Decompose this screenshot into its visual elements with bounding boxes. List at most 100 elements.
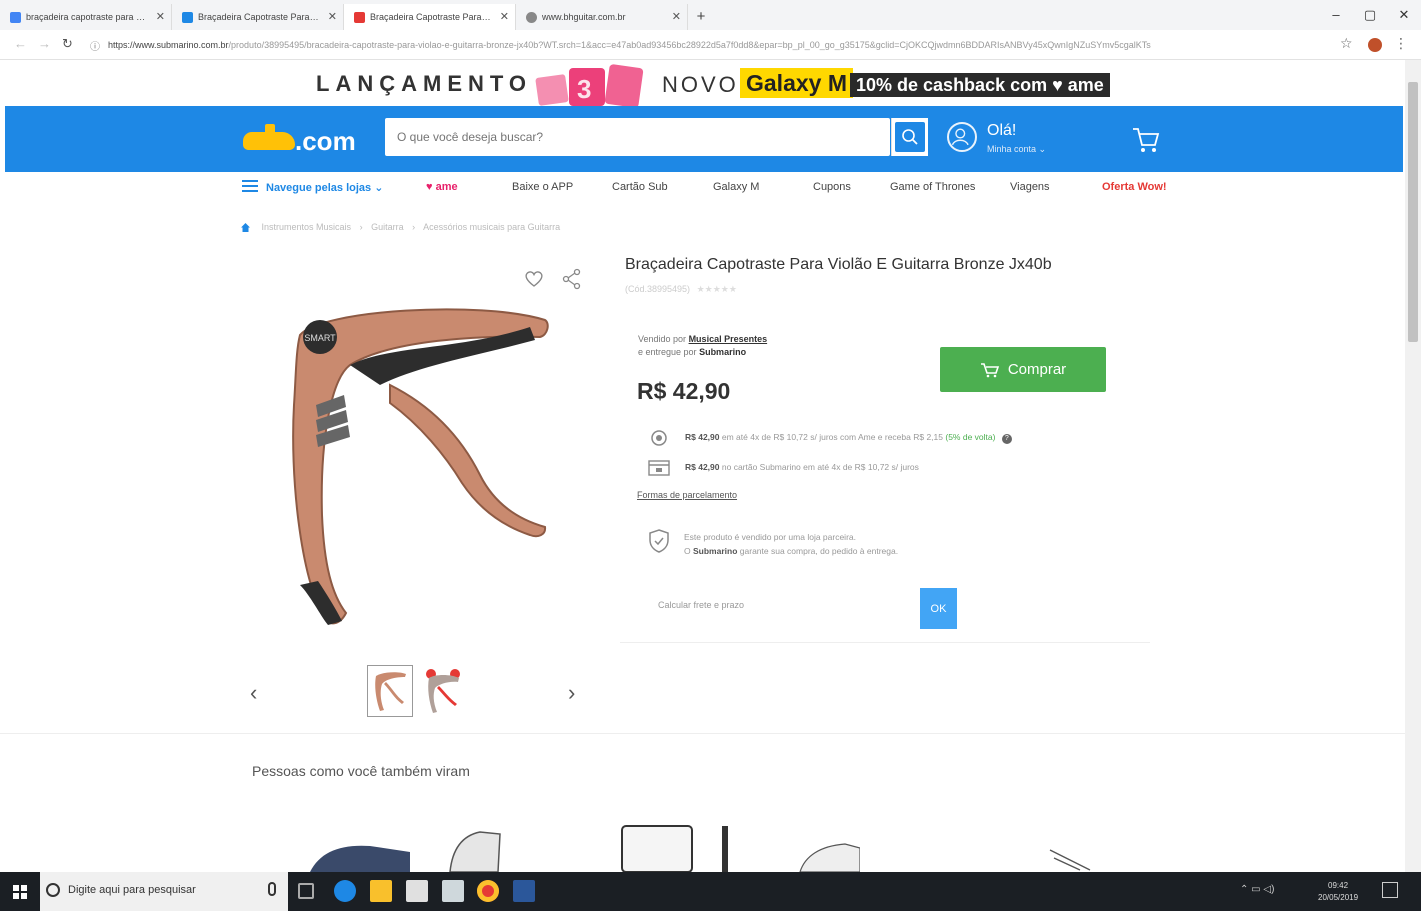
nav-item-cupons[interactable]: Cupons (813, 181, 851, 193)
phone-promo-icon: 3 (535, 64, 644, 106)
browse-stores-link[interactable]: Navegue pelas lojas ⌄ (266, 181, 383, 194)
freight-input[interactable]: Calcular frete e prazo (658, 600, 744, 610)
tab-title: www.bhguitar.com.br (542, 12, 626, 22)
close-tab-icon[interactable]: ✕ (672, 4, 681, 30)
related-product-thumb[interactable] (1040, 842, 1100, 872)
rating-stars[interactable]: ★★★★★ (697, 284, 737, 294)
system-tray[interactable]: ⌃ ▭ ◁) (1240, 884, 1274, 895)
search-icon (902, 129, 918, 145)
menu-kebab-icon[interactable]: ⋮ (1394, 35, 1408, 52)
breadcrumb-item[interactable]: Acessórios musicais para Guitarra (423, 222, 560, 232)
back-arrow-icon[interactable]: ← (14, 36, 27, 51)
thumbnail-1[interactable] (367, 665, 413, 717)
maximize-button[interactable]: ▢ (1353, 0, 1387, 30)
nav-item-app[interactable]: Baixe o APP (512, 181, 573, 193)
related-title: Pessoas como você também viram (252, 763, 470, 779)
greeting: Olá! (987, 122, 1017, 139)
sold-by-label: Vendido por (638, 334, 687, 344)
new-tab-button[interactable]: + (688, 4, 714, 30)
ame-offer-price: R$ 42,90 (685, 432, 720, 442)
nav-item-got[interactable]: Game of Thrones (890, 181, 975, 193)
breadcrumb-item[interactable]: Guitarra (371, 222, 404, 232)
partner-line1: Este produto é vendido por uma loja parc… (684, 532, 856, 542)
nav-item-viagens[interactable]: Viagens (1010, 181, 1050, 193)
heart-icon[interactable] (524, 270, 544, 288)
seller-info: Vendido por Musical Presentes e entregue… (638, 333, 767, 359)
thumbnail-prev-button[interactable]: ‹ (250, 680, 257, 706)
tab-title: Braçadeira Capotraste Para Viol (370, 12, 499, 22)
category-nav: Navegue pelas lojas ⌄ ♥ ame Baixe o APP … (0, 172, 1405, 204)
buy-button[interactable]: Comprar (940, 347, 1106, 392)
user-avatar-icon (947, 122, 977, 152)
share-icon[interactable] (562, 268, 582, 290)
ame-offer-text: R$ 42,90 em até 4x de R$ 10,72 s/ juros … (685, 432, 1012, 444)
url-path: /produto/38995495/bracadeira-capotraste-… (228, 40, 1151, 50)
home-icon[interactable] (240, 222, 251, 233)
file-explorer-icon[interactable] (370, 880, 392, 902)
browser-tab[interactable]: braçadeira capotraste para violã ✕ (0, 4, 172, 30)
chrome-icon[interactable] (477, 880, 499, 902)
profile-avatar[interactable] (1368, 38, 1382, 52)
info-icon[interactable]: ⓘ (90, 38, 100, 53)
installments-link[interactable]: Formas de parcelamento (637, 490, 737, 500)
close-tab-icon[interactable]: ✕ (500, 4, 509, 30)
promo-cashback: 10% de cashback com ♥ ame (850, 73, 1110, 97)
taskbar-search[interactable]: Digite aqui para pesquisar (40, 872, 288, 911)
close-tab-icon[interactable]: ✕ (328, 4, 337, 30)
cart-icon[interactable] (1131, 126, 1161, 154)
seller-link[interactable]: Musical Presentes (689, 334, 768, 344)
thumbnail-2[interactable] (420, 665, 466, 717)
nav-item-oferta[interactable]: Oferta Wow! (1102, 181, 1167, 193)
divider (620, 642, 1150, 643)
scrollbar-thumb[interactable] (1408, 82, 1418, 342)
site-favicon-icon (182, 12, 193, 23)
freight-ok-button[interactable]: OK (920, 588, 957, 629)
nav-item-galaxy[interactable]: Galaxy M (713, 181, 759, 193)
browser-tab[interactable]: Braçadeira Capotraste Para Vio… ✕ (172, 4, 344, 30)
microphone-icon[interactable] (268, 882, 276, 896)
task-view-icon[interactable] (298, 883, 314, 899)
delivered-by: Submarino (699, 347, 747, 357)
url-field[interactable]: https://www.submarino.com.br/produto/389… (108, 37, 1348, 53)
ame-cashback: (5% de volta) (945, 432, 996, 442)
price: R$ 42,90 (637, 378, 731, 404)
browser-tab-strip: braçadeira capotraste para violã ✕ Braça… (0, 0, 1421, 30)
related-products-strip[interactable] (300, 822, 860, 872)
notification-icon[interactable] (1382, 882, 1398, 898)
breadcrumb-item[interactable]: Instrumentos Musicais (262, 222, 352, 232)
submarine-icon (243, 132, 295, 150)
product-code: (Cód.38995495) (625, 284, 691, 294)
search-button[interactable] (891, 118, 928, 156)
close-window-button[interactable]: ✕ (1387, 0, 1421, 30)
forward-arrow-icon[interactable]: → (38, 36, 51, 51)
page-scrollbar[interactable] (1405, 60, 1421, 872)
store-icon[interactable] (406, 880, 428, 902)
site-favicon-icon (354, 12, 365, 23)
promo-banner[interactable]: LANÇAMENTO 3 NOVO Galaxy M 10% de cashba… (0, 60, 1405, 106)
clock[interactable]: 09:42 20/05/2019 (1318, 880, 1358, 904)
breadcrumb-separator: › (412, 222, 416, 232)
hamburger-icon[interactable] (242, 180, 258, 192)
browser-tab-active[interactable]: Braçadeira Capotraste Para Viol ✕ (344, 4, 516, 30)
word-icon[interactable] (513, 880, 535, 902)
windows-start-button[interactable] (0, 872, 40, 911)
search-input[interactable] (385, 118, 890, 156)
cart-icon (980, 362, 999, 377)
close-tab-icon[interactable]: ✕ (156, 4, 165, 30)
browser-tab[interactable]: www.bhguitar.com.br ✕ (516, 4, 688, 30)
google-favicon-icon (10, 12, 21, 23)
mail-icon[interactable] (442, 880, 464, 902)
card-offer-desc: no cartão Submarino em até 4x de R$ 10,7… (721, 462, 919, 472)
minimize-button[interactable]: – (1319, 0, 1353, 30)
bookmark-star-icon[interactable]: ☆ (1340, 35, 1353, 52)
thumbnail-next-button[interactable]: › (568, 680, 575, 706)
edge-browser-icon[interactable] (334, 880, 356, 902)
reload-icon[interactable]: ↻ (62, 36, 73, 52)
product-code-rating: (Cód.38995495) ★★★★★ (625, 284, 737, 295)
search-box (385, 118, 890, 156)
info-icon[interactable]: ? (1001, 434, 1012, 444)
promo-lancamento: LANÇAMENTO (316, 71, 533, 96)
nav-item-cartao[interactable]: Cartão Sub (612, 181, 668, 193)
product-image[interactable]: SMART (280, 295, 560, 635)
ame-link[interactable]: ♥ ame (426, 181, 458, 193)
